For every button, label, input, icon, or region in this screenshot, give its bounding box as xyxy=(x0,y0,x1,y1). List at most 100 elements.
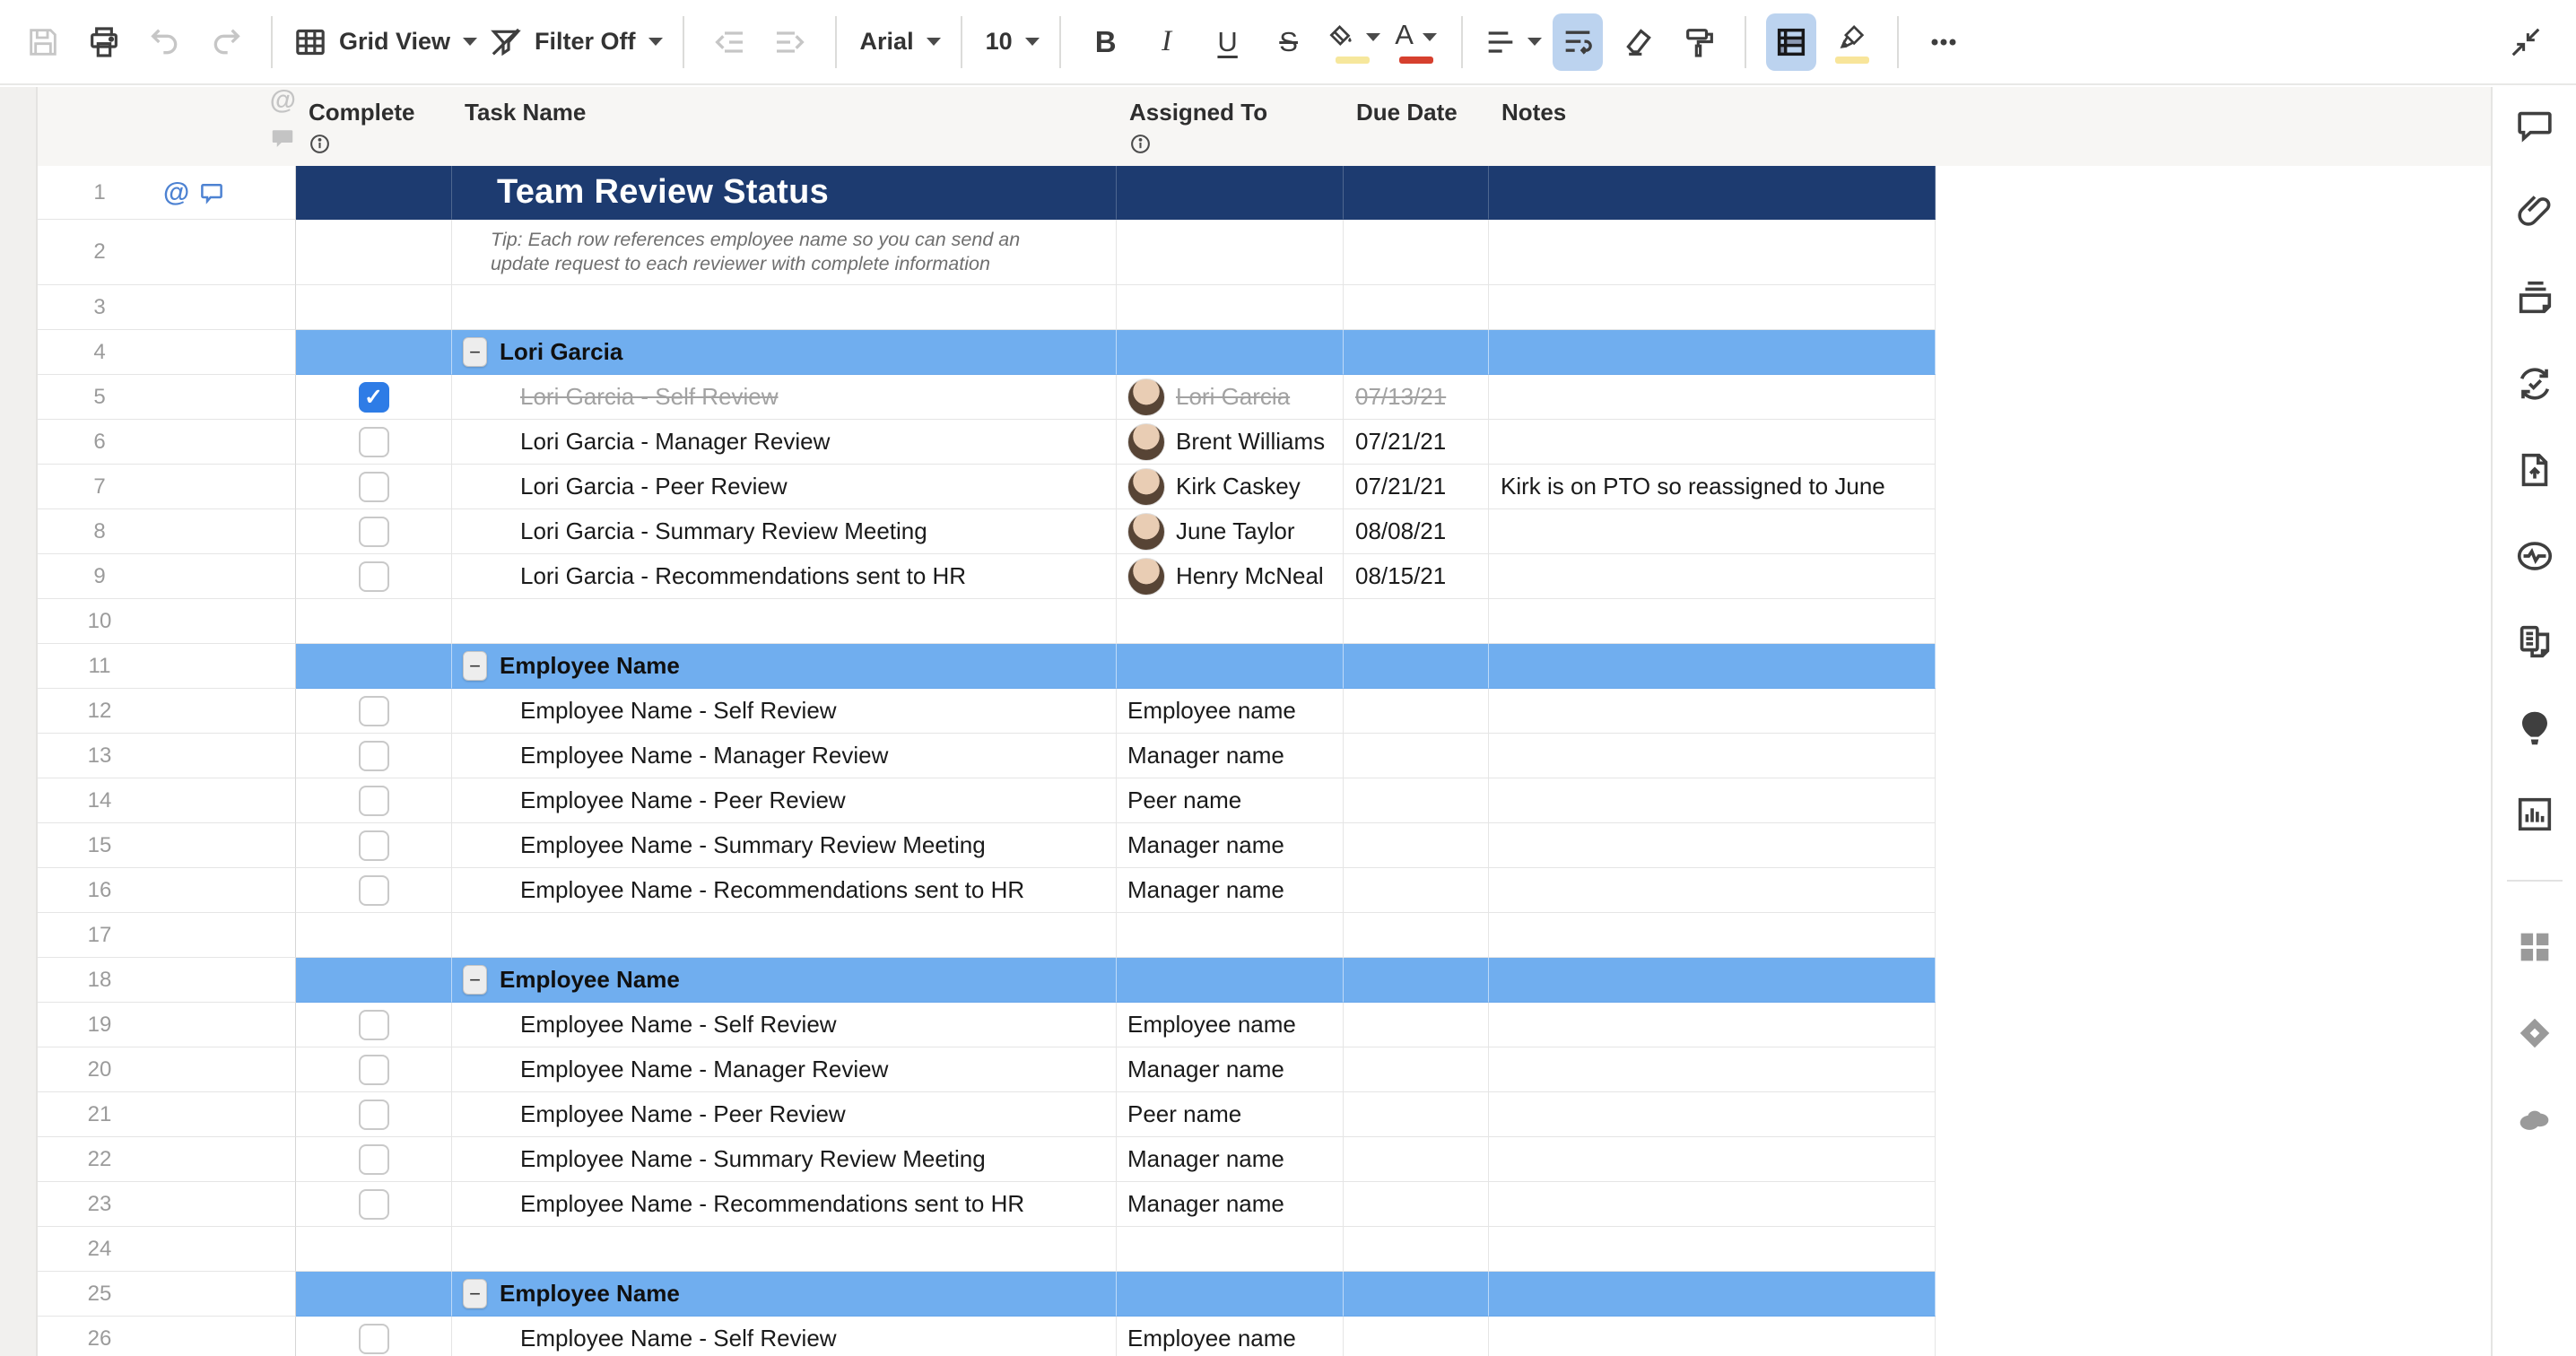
due-date-cell[interactable] xyxy=(1344,689,1489,734)
notes-cell[interactable] xyxy=(1489,1317,1936,1356)
row-number-cell[interactable]: 13 xyxy=(38,734,161,778)
column-header-notes[interactable]: Notes xyxy=(1489,87,1936,166)
task-checkbox[interactable] xyxy=(358,1143,389,1175)
complete-cell[interactable] xyxy=(296,913,452,958)
task-cell[interactable]: Lori Garcia - Summary Review Meeting xyxy=(452,509,1117,554)
collapse-toolbar-button[interactable] xyxy=(2501,13,2551,71)
activity-log-icon[interactable] xyxy=(2514,535,2555,577)
row-number-cell[interactable]: 5 xyxy=(38,375,161,420)
notes-cell[interactable] xyxy=(1489,1003,1936,1047)
clear-formatting-button[interactable] xyxy=(1614,13,1664,71)
notes-cell[interactable] xyxy=(1489,644,1936,689)
task-checkbox[interactable] xyxy=(358,1009,389,1040)
row-number-cell[interactable]: 24 xyxy=(38,1227,161,1272)
task-cell[interactable]: Employee Name - Manager Review xyxy=(452,734,1117,778)
notes-cell[interactable] xyxy=(1489,220,1936,285)
underline-button[interactable]: U xyxy=(1203,13,1253,71)
assigned-cell[interactable]: Brent Williams xyxy=(1117,420,1344,465)
indent-button[interactable] xyxy=(765,13,815,71)
due-date-cell[interactable]: 08/08/21 xyxy=(1344,509,1489,554)
row-number-cell[interactable]: 1 xyxy=(38,166,161,220)
task-cell[interactable]: − Employee Name xyxy=(452,1272,1117,1317)
insights-icon[interactable] xyxy=(2514,794,2555,835)
due-date-cell[interactable] xyxy=(1344,330,1489,375)
font-family-select[interactable]: Arial xyxy=(857,13,941,71)
undo-button[interactable] xyxy=(140,13,190,71)
apps-icon[interactable] xyxy=(2514,926,2555,968)
due-date-cell[interactable] xyxy=(1344,599,1489,644)
attachments-icon[interactable] xyxy=(2514,191,2555,232)
complete-cell[interactable] xyxy=(296,778,452,823)
due-date-cell[interactable]: 08/15/21 xyxy=(1344,554,1489,599)
column-header-assigned-to[interactable]: Assigned To xyxy=(1117,87,1344,166)
proofs-icon[interactable] xyxy=(2514,277,2555,318)
collapse-section-button[interactable]: − xyxy=(463,965,487,995)
assigned-cell[interactable]: Lori Garcia xyxy=(1117,375,1344,420)
task-checkbox[interactable] xyxy=(358,785,389,816)
row-number-cell[interactable]: 25 xyxy=(38,1272,161,1317)
complete-cell[interactable] xyxy=(296,509,452,554)
task-checkbox[interactable] xyxy=(358,1188,389,1220)
complete-cell[interactable] xyxy=(296,644,452,689)
complete-cell[interactable] xyxy=(296,1227,452,1272)
task-cell[interactable] xyxy=(452,285,1117,330)
row-number-cell[interactable]: 15 xyxy=(38,823,161,868)
task-cell[interactable]: Employee Name - Recommendations sent to … xyxy=(452,868,1117,913)
due-date-cell[interactable] xyxy=(1344,166,1489,220)
task-cell[interactable]: Employee Name - Recommendations sent to … xyxy=(452,1182,1117,1227)
save-button[interactable] xyxy=(18,13,68,71)
assigned-cell[interactable]: Manager name xyxy=(1117,823,1344,868)
task-checkbox[interactable] xyxy=(358,561,389,592)
row-number-cell[interactable]: 22 xyxy=(38,1137,161,1182)
assigned-cell[interactable]: Peer name xyxy=(1117,1092,1344,1137)
row-number-cell[interactable]: 26 xyxy=(38,1317,161,1356)
complete-cell[interactable] xyxy=(296,689,452,734)
complete-cell[interactable] xyxy=(296,868,452,913)
row-number-cell[interactable]: 8 xyxy=(38,509,161,554)
task-cell[interactable]: Lori Garcia - Manager Review xyxy=(452,420,1117,465)
complete-cell[interactable] xyxy=(296,1272,452,1317)
due-date-cell[interactable] xyxy=(1344,778,1489,823)
assigned-cell[interactable] xyxy=(1117,285,1344,330)
task-checkbox[interactable] xyxy=(358,1323,389,1354)
task-checkbox[interactable]: ✓ xyxy=(358,381,389,413)
assigned-cell[interactable]: Employee name xyxy=(1117,689,1344,734)
update-requests-icon[interactable] xyxy=(2514,363,2555,404)
row-number-cell[interactable]: 23 xyxy=(38,1182,161,1227)
notes-cell[interactable] xyxy=(1489,958,1936,1003)
assigned-cell[interactable]: Manager name xyxy=(1117,1137,1344,1182)
due-date-cell[interactable] xyxy=(1344,285,1489,330)
assigned-cell[interactable]: Manager name xyxy=(1117,868,1344,913)
info-icon[interactable] xyxy=(1129,133,1152,160)
due-date-cell[interactable] xyxy=(1344,868,1489,913)
task-checkbox[interactable] xyxy=(358,1099,389,1130)
assigned-cell[interactable]: Manager name xyxy=(1117,734,1344,778)
assigned-cell[interactable] xyxy=(1117,330,1344,375)
due-date-cell[interactable] xyxy=(1344,1003,1489,1047)
publish-icon[interactable] xyxy=(2514,449,2555,491)
notes-cell[interactable] xyxy=(1489,1092,1936,1137)
task-checkbox[interactable] xyxy=(358,426,389,457)
task-checkbox[interactable] xyxy=(358,740,389,771)
complete-cell[interactable] xyxy=(296,1003,452,1047)
column-header-complete[interactable]: Complete xyxy=(296,87,452,166)
task-checkbox[interactable] xyxy=(358,516,389,547)
task-cell[interactable]: Employee Name - Self Review xyxy=(452,1003,1117,1047)
notes-cell[interactable] xyxy=(1489,1047,1936,1092)
complete-cell[interactable] xyxy=(296,734,452,778)
notes-cell[interactable] xyxy=(1489,1137,1936,1182)
task-cell[interactable]: Employee Name - Self Review xyxy=(452,689,1117,734)
assigned-cell[interactable]: Employee name xyxy=(1117,1003,1344,1047)
complete-cell[interactable] xyxy=(296,420,452,465)
premium-gem-icon[interactable] xyxy=(2514,1013,2555,1054)
row-number-cell[interactable]: 21 xyxy=(38,1092,161,1137)
notes-cell[interactable] xyxy=(1489,823,1936,868)
complete-cell[interactable] xyxy=(296,166,452,220)
task-cell[interactable]: Lori Garcia - Peer Review xyxy=(452,465,1117,509)
collapse-section-button[interactable]: − xyxy=(463,337,487,367)
wrap-text-button[interactable] xyxy=(1552,13,1603,71)
task-checkbox[interactable] xyxy=(358,471,389,502)
assigned-cell[interactable]: Peer name xyxy=(1117,778,1344,823)
task-cell[interactable]: − Employee Name xyxy=(452,644,1117,689)
row-number-cell[interactable]: 10 xyxy=(38,599,161,644)
